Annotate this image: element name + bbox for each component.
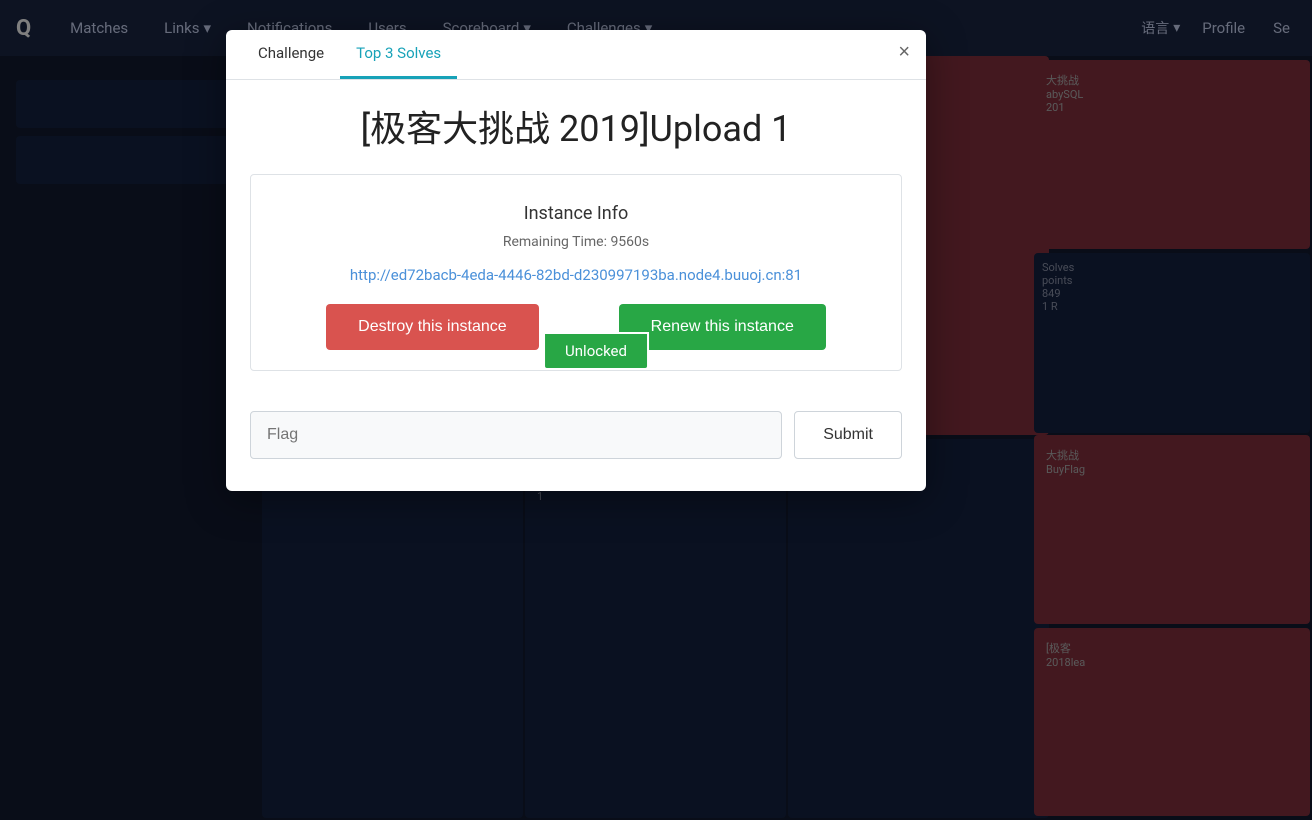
- modal-tabs: Challenge Top 3 Solves: [226, 30, 926, 80]
- unlocked-badge: Unlocked: [543, 332, 649, 370]
- instance-info-box: Instance Info Remaining Time: 9560s http…: [250, 174, 902, 371]
- instance-link[interactable]: http://ed72bacb-4eda-4446-82bd-d23099719…: [271, 266, 881, 284]
- modal-close-button[interactable]: ×: [898, 42, 910, 62]
- tab-top3-solves[interactable]: Top 3 Solves: [340, 30, 457, 79]
- instance-info-heading: Instance Info: [271, 203, 881, 224]
- remaining-time: Remaining Time: 9560s: [271, 234, 881, 250]
- challenge-modal: Challenge Top 3 Solves × [极客大挑战 2019]Upl…: [226, 30, 926, 491]
- instance-buttons: Destroy this instance Renew this instanc…: [271, 304, 881, 350]
- challenge-title: [极客大挑战 2019]Upload 1: [226, 80, 926, 174]
- flag-row: Submit: [250, 411, 902, 459]
- renew-instance-button[interactable]: Renew this instance: [619, 304, 826, 350]
- submit-button[interactable]: Submit: [794, 411, 902, 459]
- tab-challenge[interactable]: Challenge: [242, 30, 340, 79]
- flag-input[interactable]: [250, 411, 782, 459]
- destroy-instance-button[interactable]: Destroy this instance: [326, 304, 539, 350]
